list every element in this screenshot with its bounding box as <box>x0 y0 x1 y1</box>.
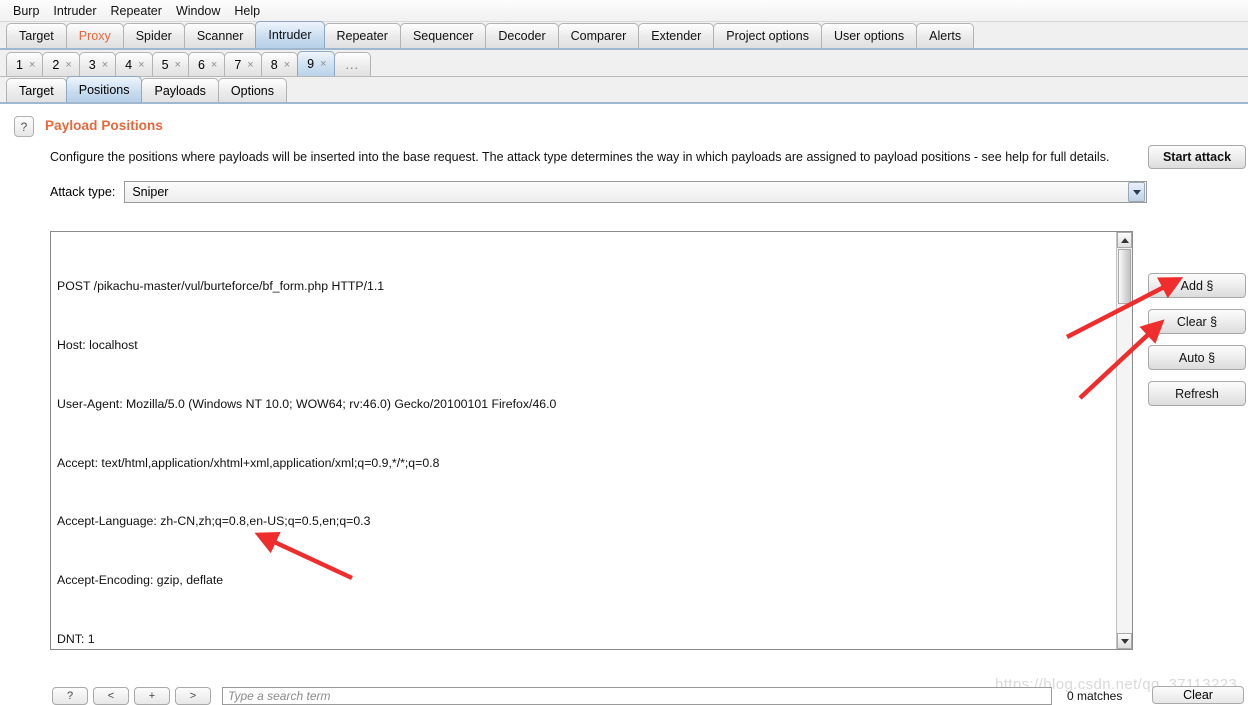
attack-tab-label: 5 <box>161 57 169 72</box>
tab-proxy[interactable]: Proxy <box>65 23 124 48</box>
attack-tab-7[interactable]: 7 × <box>224 52 262 76</box>
close-icon[interactable]: × <box>138 59 144 71</box>
match-count: 0 matches <box>1067 688 1123 703</box>
attack-tab-3[interactable]: 3 × <box>78 52 117 76</box>
attack-tab-2[interactable]: 2 × <box>42 52 80 76</box>
tab-repeater[interactable]: Repeater <box>323 23 401 48</box>
panel-description: Configure the positions where payloads w… <box>50 150 1110 164</box>
close-icon[interactable]: × <box>320 58 326 70</box>
attack-type-label: Attack type: <box>50 185 116 200</box>
close-icon[interactable]: × <box>29 59 35 71</box>
sub-tab-positions[interactable]: Positions <box>65 76 143 102</box>
request-line: DNT: 1 <box>57 631 95 646</box>
search-help-icon[interactable]: ? <box>52 686 88 705</box>
attack-tab-1[interactable]: 1 × <box>6 52 44 76</box>
request-line: Host: localhost <box>57 337 138 352</box>
scroll-up-icon[interactable] <box>1117 232 1132 248</box>
menu-item-help[interactable]: Help <box>227 2 267 20</box>
tab-comparer[interactable]: Comparer <box>557 23 640 48</box>
close-icon[interactable]: × <box>211 59 217 71</box>
chevron-down-icon[interactable] <box>1128 182 1146 203</box>
attack-tab-4[interactable]: 4 × <box>115 52 153 76</box>
search-next-icon[interactable]: > <box>175 686 211 705</box>
attack-type-select[interactable]: Sniper <box>124 181 1148 204</box>
search-input[interactable]: Type a search term <box>222 686 1052 705</box>
main-tab-bar: Target Proxy Spider Scanner Intruder Rep… <box>0 21 1248 50</box>
menu-item-window[interactable]: Window <box>169 2 227 20</box>
attack-tab-8[interactable]: 8 × <box>260 52 299 76</box>
request-line: POST /pikachu-master/vul/burteforce/bf_f… <box>57 279 385 294</box>
attack-tab-label: 7 <box>234 57 242 72</box>
tab-target[interactable]: Target <box>6 23 67 48</box>
attack-tab-overflow[interactable]: ... <box>333 52 371 76</box>
menu-bar: Burp Intruder Repeater Window Help <box>0 0 1248 22</box>
attack-tab-bar: 1 × 2 × 3 × 4 × 5 × 6 × 7 × 8 × 9 × ... <box>0 50 1248 77</box>
add-position-button[interactable]: Add § <box>1148 273 1246 298</box>
attack-type-value: Sniper <box>132 185 169 200</box>
attack-tab-label: 2 <box>52 57 60 72</box>
attack-tab-label: 3 <box>88 57 96 72</box>
menu-item-burp[interactable]: Burp <box>6 2 46 20</box>
menu-item-intruder[interactable]: Intruder <box>46 2 103 20</box>
attack-tab-6[interactable]: 6 × <box>187 52 226 76</box>
attack-type-row: Attack type: Sniper <box>0 181 1248 204</box>
tab-extender[interactable]: Extender <box>638 23 715 48</box>
tab-spider[interactable]: Spider <box>122 23 185 48</box>
attack-tab-label: 9 <box>307 57 315 71</box>
payload-positions-panel: ? Payload Positions Configure the positi… <box>0 104 1248 204</box>
attack-tab-label: 8 <box>270 57 278 72</box>
close-icon[interactable]: × <box>65 59 71 71</box>
request-editor[interactable]: POST /pikachu-master/vul/burteforce/bf_f… <box>50 231 1133 650</box>
clear-positions-button[interactable]: Clear § <box>1148 309 1246 334</box>
close-icon[interactable]: × <box>102 59 108 71</box>
close-icon[interactable]: × <box>284 59 290 71</box>
attack-tab-label: 1 <box>16 57 23 72</box>
page-title: Payload Positions <box>45 118 163 133</box>
tab-alerts[interactable]: Alerts <box>916 23 975 48</box>
sub-tab-payloads[interactable]: Payloads <box>141 78 219 102</box>
close-icon[interactable]: × <box>175 59 181 71</box>
search-bar: ? < + > Type a search term 0 matches <box>0 686 1248 705</box>
tab-sequencer[interactable]: Sequencer <box>399 23 487 48</box>
tab-scanner[interactable]: Scanner <box>183 23 257 48</box>
start-attack-button[interactable]: Start attack <box>1148 145 1246 169</box>
tab-decoder[interactable]: Decoder <box>485 23 559 48</box>
request-line: Accept-Language: zh-CN,zh;q=0.8,en-US;q=… <box>57 514 371 529</box>
search-prev-icon[interactable]: < <box>93 686 129 705</box>
intruder-sub-tab-bar: Target Positions Payloads Options <box>0 76 1248 104</box>
menu-item-repeater[interactable]: Repeater <box>104 2 169 20</box>
request-text[interactable]: POST /pikachu-master/vul/burteforce/bf_f… <box>51 232 1116 649</box>
attack-tab-label: 4 <box>125 57 133 72</box>
attack-tab-9[interactable]: 9 × <box>297 51 335 76</box>
search-clear-button[interactable]: Clear <box>1152 686 1244 704</box>
request-line: Accept: text/html,application/xhtml+xml,… <box>57 455 440 470</box>
tab-user-options[interactable]: User options <box>820 23 918 48</box>
tab-intruder[interactable]: Intruder <box>255 21 325 48</box>
auto-positions-button[interactable]: Auto § <box>1148 345 1246 370</box>
help-icon[interactable]: ? <box>14 116 34 137</box>
scroll-down-icon[interactable] <box>1117 633 1132 649</box>
close-icon[interactable]: × <box>247 59 253 71</box>
request-line: User-Agent: Mozilla/5.0 (Windows NT 10.0… <box>57 396 557 411</box>
scrollbar-thumb[interactable] <box>1118 249 1131 304</box>
attack-tab-5[interactable]: 5 × <box>151 52 189 76</box>
editor-scrollbar[interactable] <box>1116 232 1132 649</box>
search-add-icon[interactable]: + <box>134 686 170 705</box>
tab-project-options[interactable]: Project options <box>713 23 822 48</box>
scrollbar-track[interactable] <box>1117 304 1132 633</box>
sub-tab-options[interactable]: Options <box>217 78 288 102</box>
sub-tab-target[interactable]: Target <box>6 78 67 102</box>
burp-suite-window: Burp Intruder Repeater Window Help Targe… <box>0 0 1248 705</box>
attack-tab-label: 6 <box>197 57 205 72</box>
request-line: Accept-Encoding: gzip, deflate <box>57 573 224 588</box>
refresh-button[interactable]: Refresh <box>1148 381 1246 406</box>
